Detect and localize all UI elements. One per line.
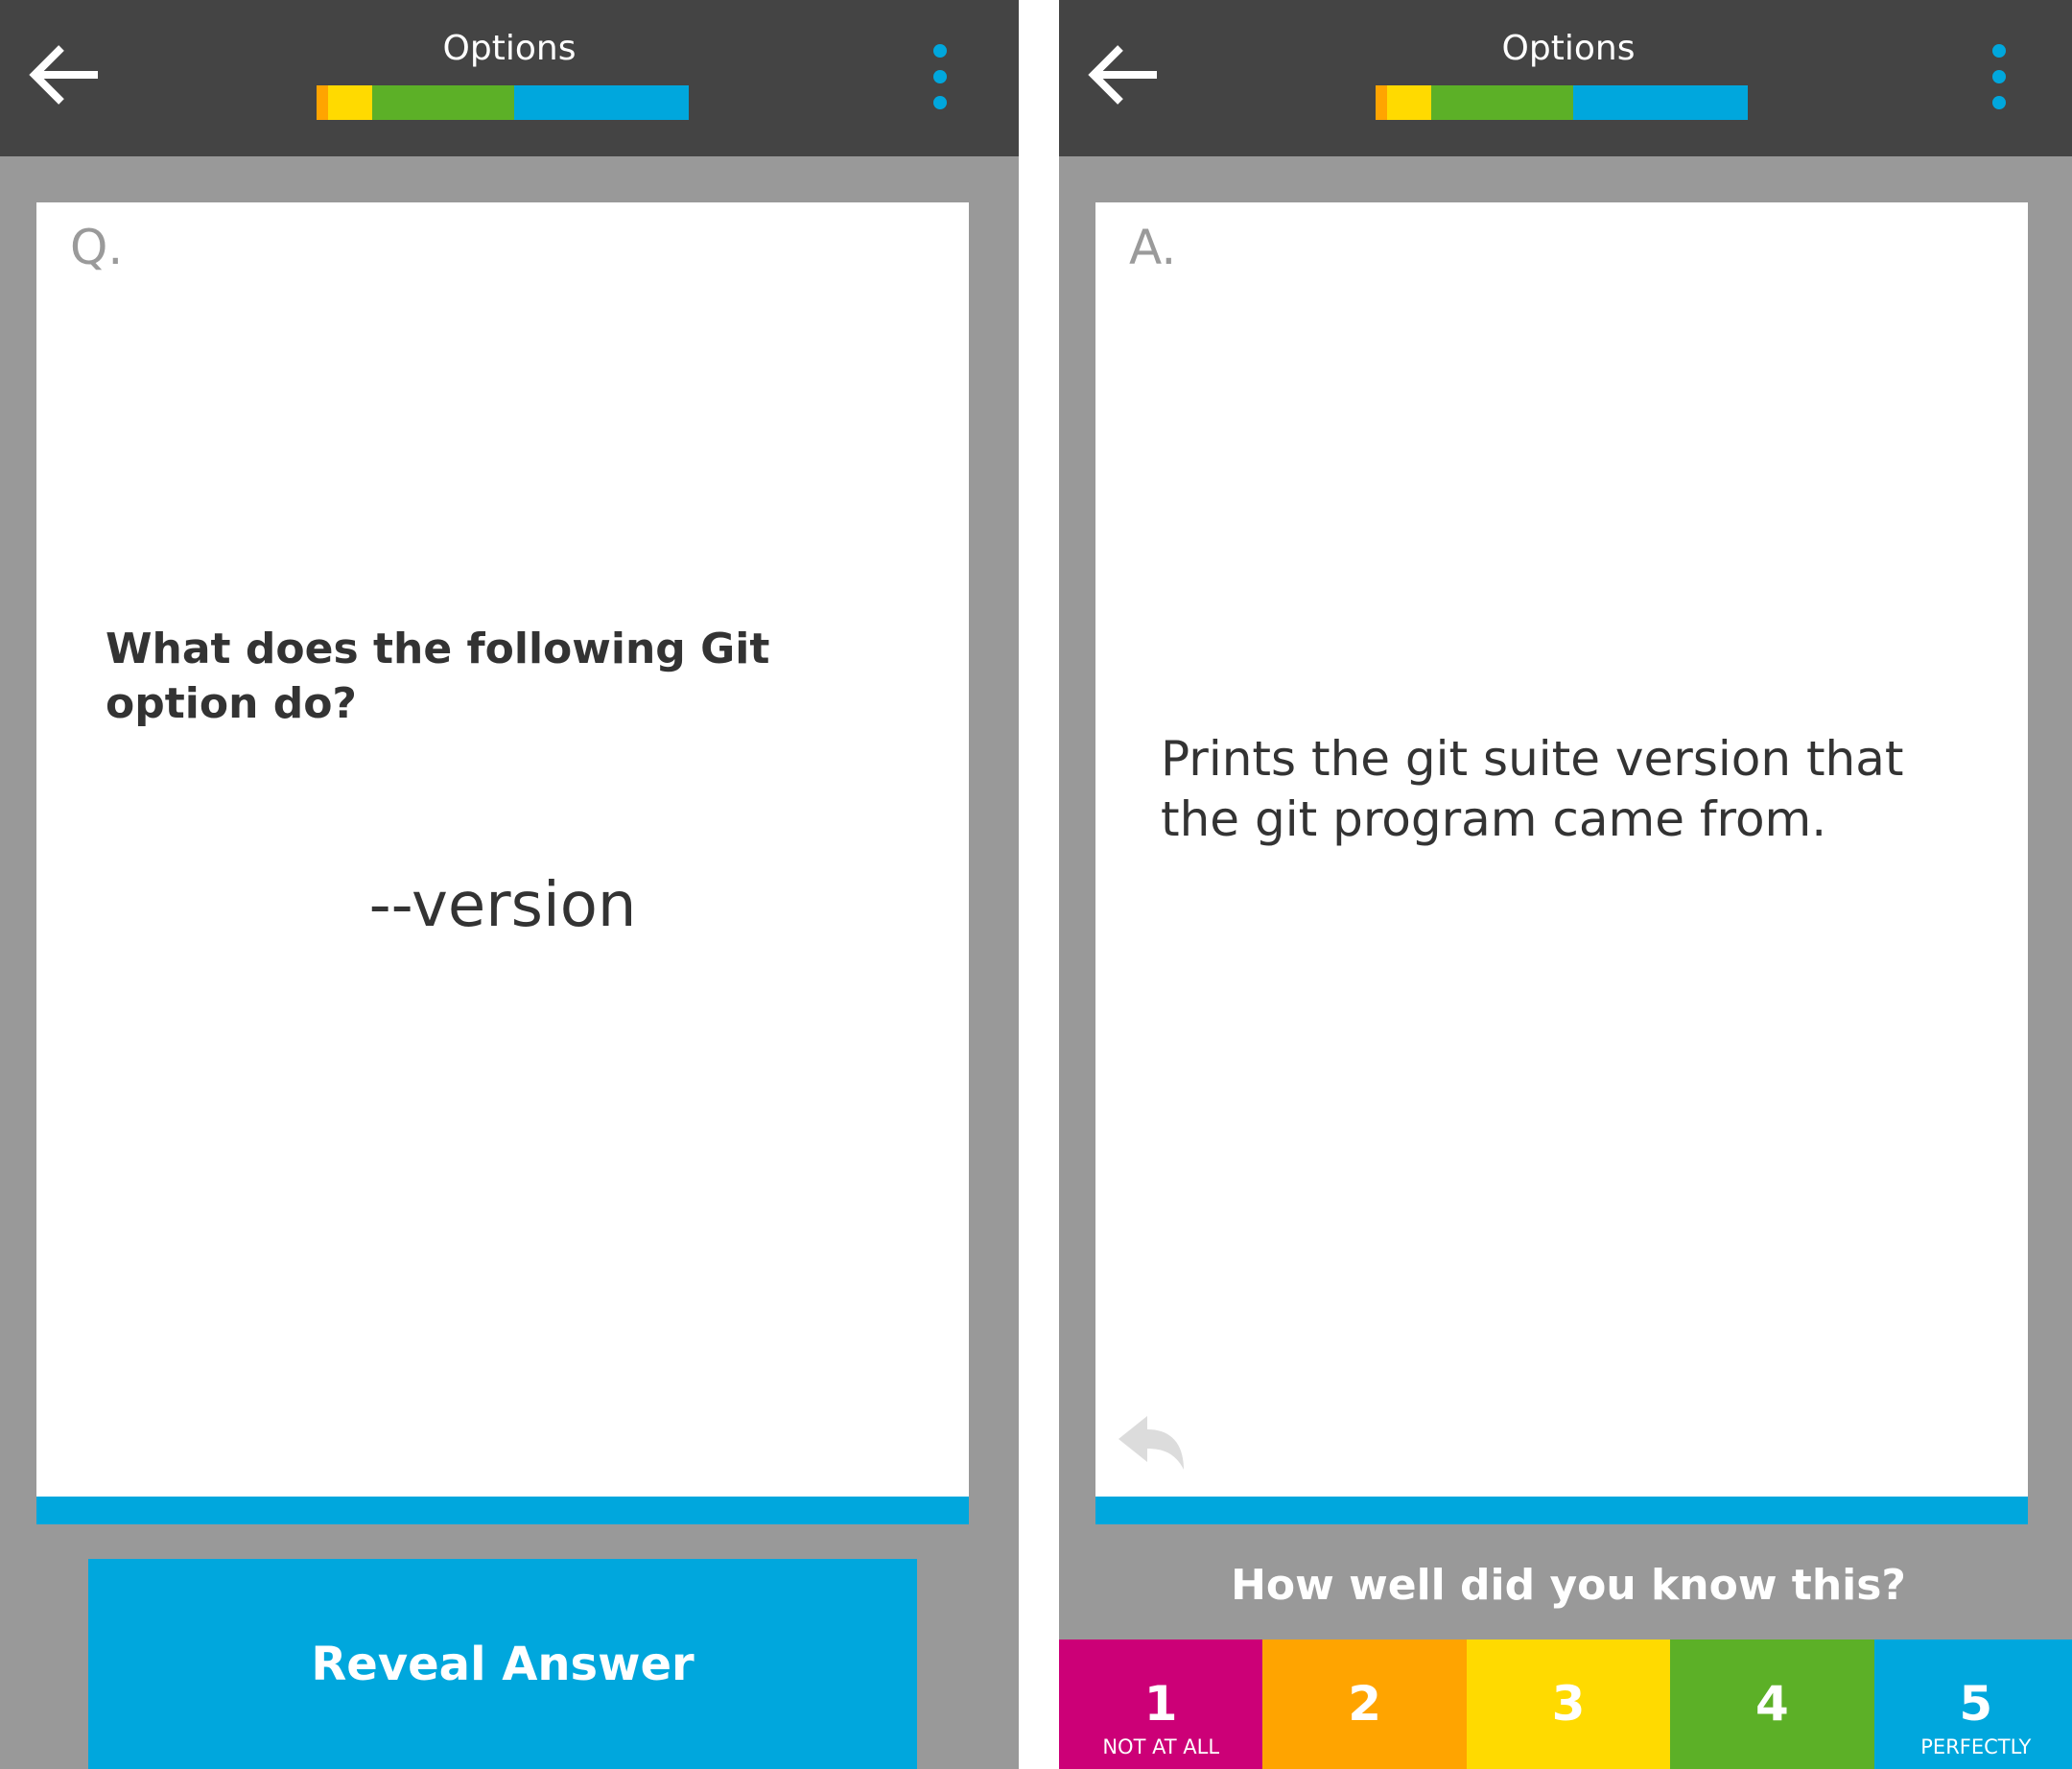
overflow-menu-icon <box>1980 44 2018 109</box>
confidence-rating-row: 1 NOT AT ALL 2 3 4 5 PERFECTLY <box>1059 1639 2072 1769</box>
rating-button-2[interactable]: 2 <box>1262 1639 1467 1769</box>
undo-icon <box>1118 1416 1184 1470</box>
card-side-label: Q. <box>70 220 124 275</box>
card-accent-bar <box>36 1497 969 1524</box>
rating-button-4[interactable]: 4 <box>1670 1639 1874 1769</box>
rating-button-1[interactable]: 1 NOT AT ALL <box>1059 1639 1263 1769</box>
deck-title: Options <box>1501 29 1636 68</box>
rating-number: 5 <box>1959 1676 1993 1732</box>
progress-segment <box>1376 85 1387 120</box>
flip-back-button[interactable] <box>1115 1414 1191 1475</box>
question-screen: Options Q. What does the following Git o… <box>0 0 1019 1769</box>
progress-segment <box>513 85 689 120</box>
overflow-menu-button[interactable] <box>1980 36 2018 123</box>
deck-title: Options <box>442 29 577 68</box>
overflow-menu-icon <box>921 44 959 109</box>
rating-button-3[interactable]: 3 <box>1466 1639 1671 1769</box>
app-header: Options <box>1059 0 2072 156</box>
answer-screen: Options A. Prints the git suite version … <box>1059 0 2072 1769</box>
progress-segment <box>317 85 328 120</box>
progress-segment <box>1572 85 1748 120</box>
rating-prompt: How well did you know this? <box>1231 1561 1906 1610</box>
deck-progress-bar <box>1376 85 1748 120</box>
git-option-text: --version <box>368 870 637 941</box>
question-card[interactable]: Q. What does the following Git option do… <box>36 202 969 1524</box>
progress-segment <box>327 85 373 120</box>
overflow-menu-button[interactable] <box>921 36 959 123</box>
rating-button-5[interactable]: 5 PERFECTLY <box>1873 1639 2072 1769</box>
deck-progress-bar <box>317 85 689 120</box>
progress-segment <box>372 85 514 120</box>
progress-segment <box>1431 85 1573 120</box>
rating-caption: NOT AT ALL <box>1102 1735 1220 1758</box>
rating-number: 4 <box>1755 1676 1789 1732</box>
app-header: Options <box>0 0 1019 156</box>
progress-segment <box>1386 85 1432 120</box>
rating-number: 3 <box>1551 1676 1586 1732</box>
reveal-answer-button[interactable]: Reveal Answer <box>88 1559 917 1769</box>
answer-text: Prints the git suite version that the gi… <box>1161 731 1904 847</box>
rating-number: 1 <box>1143 1676 1178 1732</box>
card-accent-bar <box>1095 1497 2028 1524</box>
card-side-label: A. <box>1129 220 1177 275</box>
rating-caption: PERFECTLY <box>1920 1735 2032 1758</box>
question-text: What does the following Git option do? <box>106 625 770 728</box>
answer-card[interactable]: A. Prints the git suite version that the… <box>1095 202 2028 1524</box>
rating-number: 2 <box>1348 1676 1381 1732</box>
